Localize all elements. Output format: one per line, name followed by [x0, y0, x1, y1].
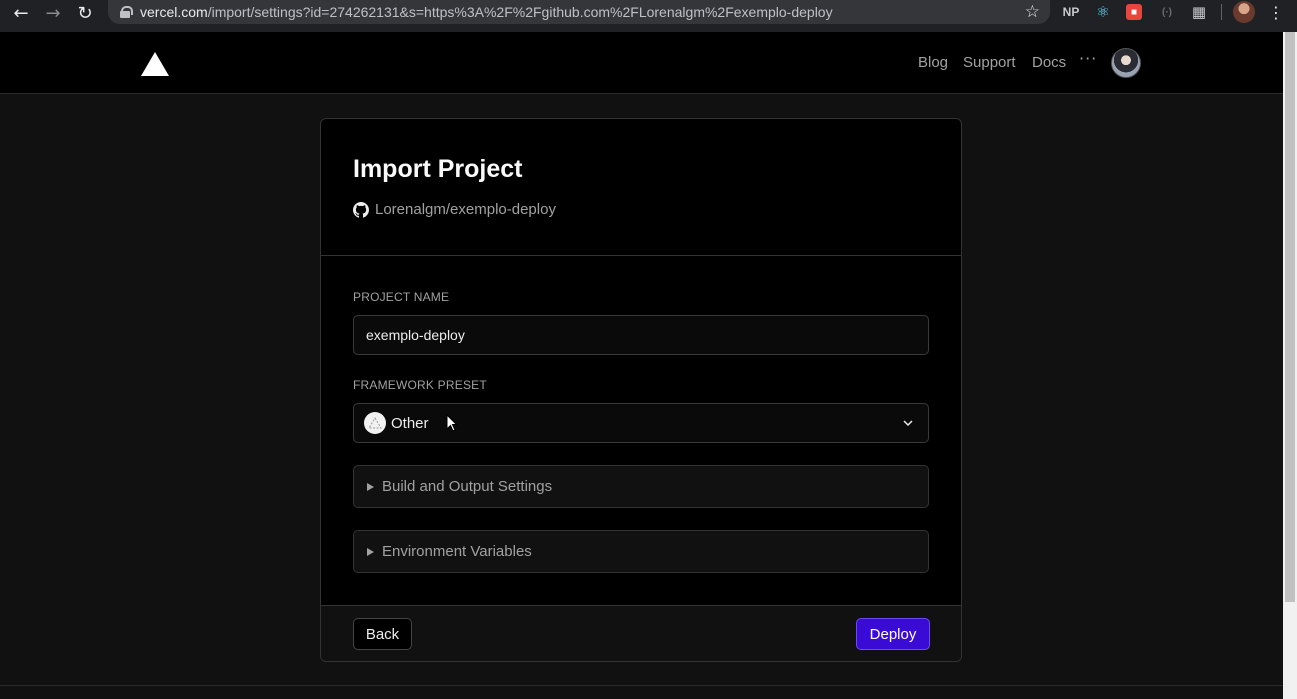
url-text: vercel.com/import/settings?id=274262131&…	[140, 4, 833, 20]
forward-arrow-icon[interactable]: →	[40, 0, 66, 26]
caret-right-icon	[367, 482, 374, 491]
reload-icon[interactable]: ↻	[72, 0, 98, 26]
nav-support-link[interactable]: Support	[963, 54, 1016, 71]
build-output-settings-label: Build and Output Settings	[382, 478, 553, 495]
framework-other-icon	[364, 412, 386, 434]
framework-preset-label: FRAMEWORK PRESET	[353, 378, 487, 392]
site-header: Blog Support Docs ···	[0, 32, 1283, 94]
chevron-down-icon	[903, 420, 913, 427]
page-divider	[0, 685, 1283, 686]
react-devtools-icon[interactable]: ⚛	[1094, 3, 1112, 21]
build-output-settings-toggle[interactable]: Build and Output Settings	[353, 465, 929, 508]
browser-toolbar: ← → ↻ vercel.com/import/settings?id=2742…	[0, 0, 1297, 32]
project-name-input[interactable]	[353, 315, 929, 355]
user-avatar[interactable]	[1111, 48, 1141, 78]
repo-name[interactable]: Lorenalgm/exemplo-deploy	[375, 201, 556, 218]
kebab-menu-icon[interactable]: ⋮	[1268, 0, 1284, 24]
caret-right-icon	[367, 547, 374, 556]
back-button[interactable]: Back	[353, 618, 412, 650]
extension-np-icon[interactable]: NP	[1062, 3, 1080, 21]
mouse-cursor-icon	[446, 414, 457, 432]
nav-blog-link[interactable]: Blog	[918, 54, 948, 71]
vercel-logo-icon[interactable]	[141, 52, 169, 76]
toolbar-divider	[1221, 4, 1222, 20]
lock-icon	[120, 6, 133, 18]
environment-variables-label: Environment Variables	[382, 543, 532, 560]
import-project-card: Import Project Lorenalgm/exemplo-deploy …	[320, 118, 962, 662]
page-title: Import Project	[353, 155, 523, 183]
profile-avatar[interactable]	[1233, 1, 1255, 23]
more-menu-icon[interactable]: ···	[1079, 49, 1097, 68]
github-icon	[353, 201, 369, 218]
extension-grid-icon[interactable]: ▦	[1190, 3, 1208, 21]
extension-gray-icon[interactable]: (·)	[1158, 3, 1176, 21]
card-header: Import Project Lorenalgm/exemplo-deploy	[321, 119, 961, 256]
back-arrow-icon[interactable]: ←	[8, 0, 34, 26]
extension-red-icon[interactable]: ■	[1126, 4, 1142, 20]
framework-preset-select[interactable]: Other	[353, 403, 929, 443]
framework-selected-value: Other	[391, 414, 429, 432]
bookmark-star-icon[interactable]: ☆	[1025, 2, 1040, 22]
project-name-label: PROJECT NAME	[353, 290, 450, 304]
card-footer: Back Deploy	[321, 605, 961, 661]
nav-docs-link[interactable]: Docs	[1032, 54, 1066, 71]
repo-reference: Lorenalgm/exemplo-deploy	[353, 201, 556, 218]
deploy-button[interactable]: Deploy	[856, 618, 930, 650]
page-scrollbar[interactable]	[1283, 32, 1297, 699]
address-bar[interactable]: vercel.com/import/settings?id=274262131&…	[108, 0, 1050, 24]
scrollbar-thumb[interactable]	[1285, 32, 1295, 602]
environment-variables-toggle[interactable]: Environment Variables	[353, 530, 929, 573]
